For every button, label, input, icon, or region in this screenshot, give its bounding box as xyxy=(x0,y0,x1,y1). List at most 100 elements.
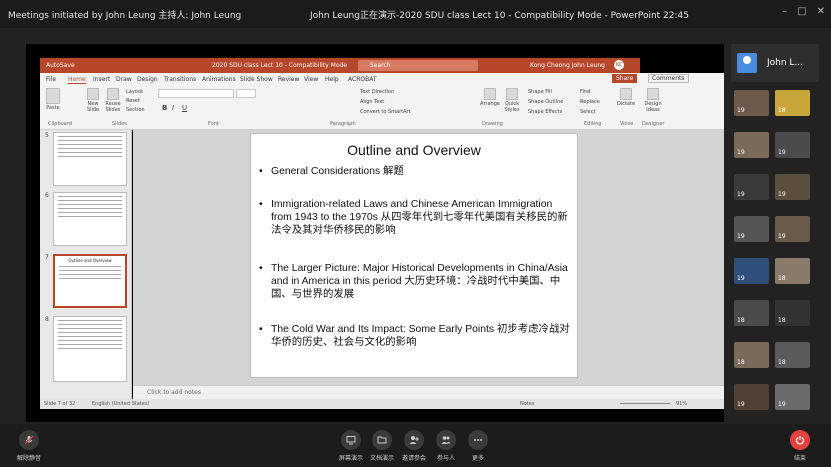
comments-button[interactable]: Comments xyxy=(648,74,689,83)
replace-button[interactable]: Replace xyxy=(580,99,600,105)
design-ideas-icon xyxy=(647,88,659,100)
thumbnail-title: Outline and Overview xyxy=(68,258,112,263)
tab-home[interactable]: Home xyxy=(68,76,86,84)
autosave-toggle[interactable]: AutoSave xyxy=(46,62,75,69)
tab-insert[interactable]: Insert xyxy=(93,76,110,83)
participant-tile[interactable]: 19 xyxy=(734,258,769,284)
align-text-button[interactable]: Align Text xyxy=(360,99,384,105)
slide-bullet: • The Larger Picture: Major Historical De… xyxy=(259,262,571,301)
convert-smartart-button[interactable]: Convert to SmartArt xyxy=(360,109,411,115)
group-paragraph: Paragraph xyxy=(330,121,356,127)
participant-tile[interactable]: 19 xyxy=(775,174,810,200)
dictate-label: Dictate xyxy=(616,101,636,107)
tab-animations[interactable]: Animations xyxy=(202,76,236,83)
bold-button[interactable]: B xyxy=(162,104,167,112)
notes-pane[interactable]: Click to add notes xyxy=(133,385,724,399)
italic-button[interactable]: I xyxy=(172,104,174,112)
maximize-icon[interactable]: □ xyxy=(797,6,806,17)
underline-button[interactable]: U xyxy=(182,104,187,112)
participant-tile[interactable]: 18 xyxy=(775,300,810,326)
shape-outline-button[interactable]: Shape Outline xyxy=(528,99,563,105)
design-ideas-button[interactable]: Design Ideas xyxy=(642,88,664,113)
new-slide-label: New Slide xyxy=(86,101,100,113)
participant-tile[interactable]: 18 xyxy=(775,90,810,116)
reset-button[interactable]: Reset xyxy=(126,98,140,104)
invite-label: 邀请参会 xyxy=(401,455,426,462)
participant-tile[interactable]: 19 xyxy=(734,384,769,410)
select-button[interactable]: Select xyxy=(580,109,595,115)
reuse-slides-button[interactable]: Reuse Slides xyxy=(104,88,122,113)
participant-tile[interactable]: 19 xyxy=(734,90,769,116)
bullet-text: General Considerations 解题 xyxy=(271,166,404,177)
text-direction-button[interactable]: Text Direction xyxy=(360,89,394,95)
participant-tile[interactable]: 18 xyxy=(775,258,810,284)
ppt-menu-bar: File Home Insert Draw Design Transitions… xyxy=(40,73,724,85)
participant-tile[interactable]: 18 xyxy=(775,342,810,368)
thumbnail-number: 6 xyxy=(45,192,49,199)
leave-meeting-button[interactable]: 结束 xyxy=(780,430,820,462)
tab-view[interactable]: View xyxy=(304,76,318,83)
tab-acrobat[interactable]: ACROBAT xyxy=(348,76,377,83)
avatar[interactable]: KC xyxy=(614,60,624,70)
section-button[interactable]: Section xyxy=(126,107,145,113)
tab-help[interactable]: Help xyxy=(325,76,339,83)
participant-tile[interactable]: 19 xyxy=(734,132,769,158)
slide-bullet: • Immigration-related Laws and Chinese Am… xyxy=(259,198,571,237)
folder-icon xyxy=(372,430,392,450)
slide-thumbnail-7[interactable]: Outline and Overview xyxy=(53,254,127,308)
ppt-filename: 2020 SDU class Lect 10 - Compatibility M… xyxy=(212,62,347,69)
participant-tile[interactable]: 19 xyxy=(734,174,769,200)
host-video-tile[interactable]: John L... xyxy=(731,44,819,82)
slide-thumbnail-6[interactable] xyxy=(53,192,127,246)
slide-count: Slide 7 of 32 xyxy=(44,401,76,407)
slide-thumbnail-8[interactable] xyxy=(53,316,127,382)
reuse-slides-label: Reuse Slides xyxy=(105,101,121,113)
participants-panel: John L... 19 18 19 19 19 19 19 19 19 18 … xyxy=(731,44,831,424)
ppt-search-box[interactable]: Search xyxy=(358,60,478,71)
participant-tile[interactable]: 19 xyxy=(775,216,810,242)
notes-toggle[interactable]: Notes xyxy=(520,401,534,407)
quick-styles-label: Quick Styles xyxy=(504,101,520,113)
close-icon[interactable]: ✕ xyxy=(817,6,825,17)
tab-draw[interactable]: Draw xyxy=(116,76,132,83)
shape-fill-button[interactable]: Shape Fill xyxy=(528,89,552,95)
bullet-text: The Larger Picture: Major Historical Dev… xyxy=(271,263,568,300)
participant-tile[interactable]: 18 xyxy=(734,342,769,368)
ppt-titlebar: AutoSave 2020 SDU class Lect 10 - Compat… xyxy=(40,58,640,73)
more-button[interactable]: 更多 xyxy=(458,430,498,462)
design-ideas-label: Design Ideas xyxy=(644,101,662,113)
paste-button[interactable]: Paste xyxy=(44,88,62,111)
layout-button[interactable]: Layout xyxy=(126,89,143,95)
ppt-ribbon: Paste New Slide Reuse Slides Layout Rese… xyxy=(40,85,724,130)
current-slide[interactable]: Outline and Overview • General Considerat… xyxy=(250,133,578,378)
unmute-button[interactable]: 解除静音 xyxy=(9,430,49,462)
participant-tile[interactable]: 19 xyxy=(734,216,769,242)
new-slide-button[interactable]: New Slide xyxy=(84,88,102,113)
font-name-field[interactable] xyxy=(158,89,234,98)
shape-effects-button[interactable]: Shape Effects xyxy=(528,109,562,115)
font-size-field[interactable] xyxy=(236,89,256,98)
find-button[interactable]: Find xyxy=(580,89,590,95)
tab-slide-show[interactable]: Slide Show xyxy=(240,76,273,83)
quick-styles-button[interactable]: Quick Styles xyxy=(502,88,522,113)
participant-tile[interactable]: 19 xyxy=(775,132,810,158)
slide-thumbnail-5[interactable] xyxy=(53,132,127,186)
meeting-toolbar: 解除静音 屏幕演示 文档演示 邀请参会 参与人 更多 结束 xyxy=(0,424,831,467)
tab-design[interactable]: Design xyxy=(137,76,158,83)
tab-transitions[interactable]: Transitions xyxy=(164,76,196,83)
zoom-slider[interactable] xyxy=(620,403,670,404)
slide-thumbnail-pane: 5 6 7 Outline and Overview 8 xyxy=(40,130,132,399)
participant-tile[interactable]: 19 xyxy=(775,384,810,410)
tab-review[interactable]: Review xyxy=(278,76,299,83)
minimize-icon[interactable]: – xyxy=(782,6,787,17)
participant-tile[interactable]: 18 xyxy=(734,300,769,326)
dictate-button[interactable]: Dictate xyxy=(616,88,636,107)
bullet-text: Immigration-related Laws and Chinese Ame… xyxy=(271,199,568,236)
tab-file[interactable]: File xyxy=(46,76,56,83)
arrange-button[interactable]: Arrange xyxy=(480,88,500,107)
arrange-icon xyxy=(484,88,496,100)
participants-label: 参与人 xyxy=(436,455,455,462)
share-button[interactable]: Share xyxy=(612,74,638,83)
more-dots-icon xyxy=(468,430,488,450)
slide-bullet: • The Cold War and Its Impact: Some Early… xyxy=(259,324,570,348)
